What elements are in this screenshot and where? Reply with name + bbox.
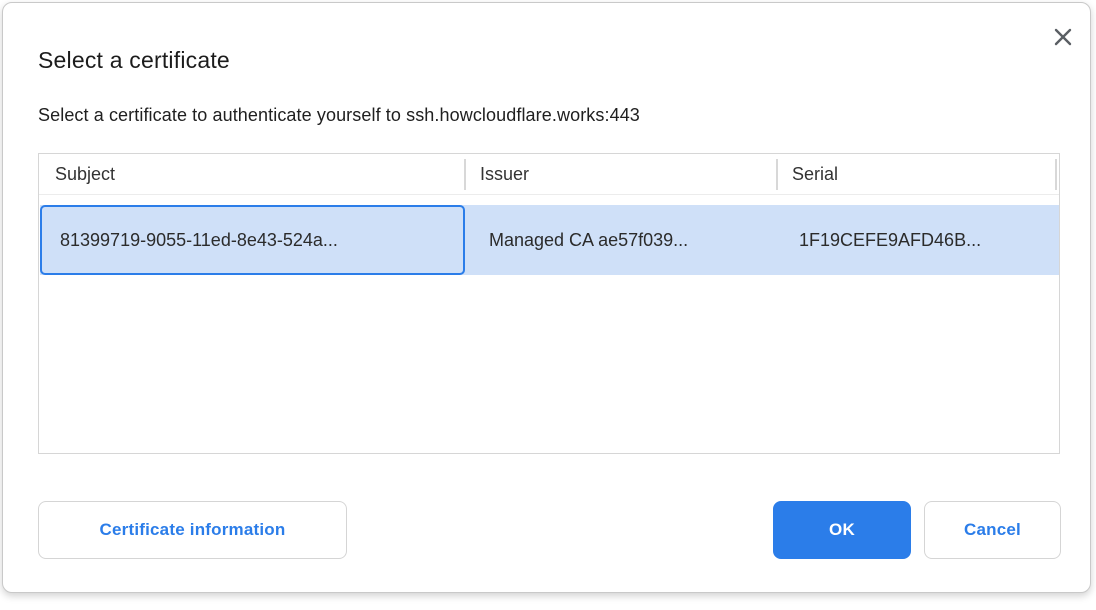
cell-serial[interactable]: 1F19CEFE9AFD46B... [777, 205, 1059, 275]
cancel-button[interactable]: Cancel [924, 501, 1061, 559]
cell-subject[interactable]: 81399719-9055-11ed-8e43-524a... [40, 205, 465, 275]
close-button[interactable] [1045, 19, 1081, 55]
column-divider [464, 159, 466, 190]
certificate-select-dialog: Select a certificate Select a certificat… [2, 2, 1091, 593]
column-header-subject[interactable]: Subject [39, 154, 464, 194]
certificate-information-button[interactable]: Certificate information [38, 501, 347, 559]
close-icon [1052, 26, 1074, 48]
dialog-subtitle: Select a certificate to authenticate you… [38, 105, 640, 126]
cell-issuer[interactable]: Managed CA ae57f039... [465, 205, 777, 275]
dialog-title: Select a certificate [38, 47, 230, 74]
ok-button[interactable]: OK [773, 501, 911, 559]
column-header-issuer[interactable]: Issuer [464, 154, 776, 194]
column-divider [776, 159, 778, 190]
column-header-serial[interactable]: Serial [776, 154, 1017, 194]
column-divider [1055, 159, 1057, 190]
certificate-row-selected[interactable]: 81399719-9055-11ed-8e43-524a... Managed … [40, 205, 1059, 275]
table-header: Subject Issuer Serial [39, 154, 1059, 195]
certificate-table: Subject Issuer Serial 81399719-9055-11ed… [38, 153, 1060, 454]
